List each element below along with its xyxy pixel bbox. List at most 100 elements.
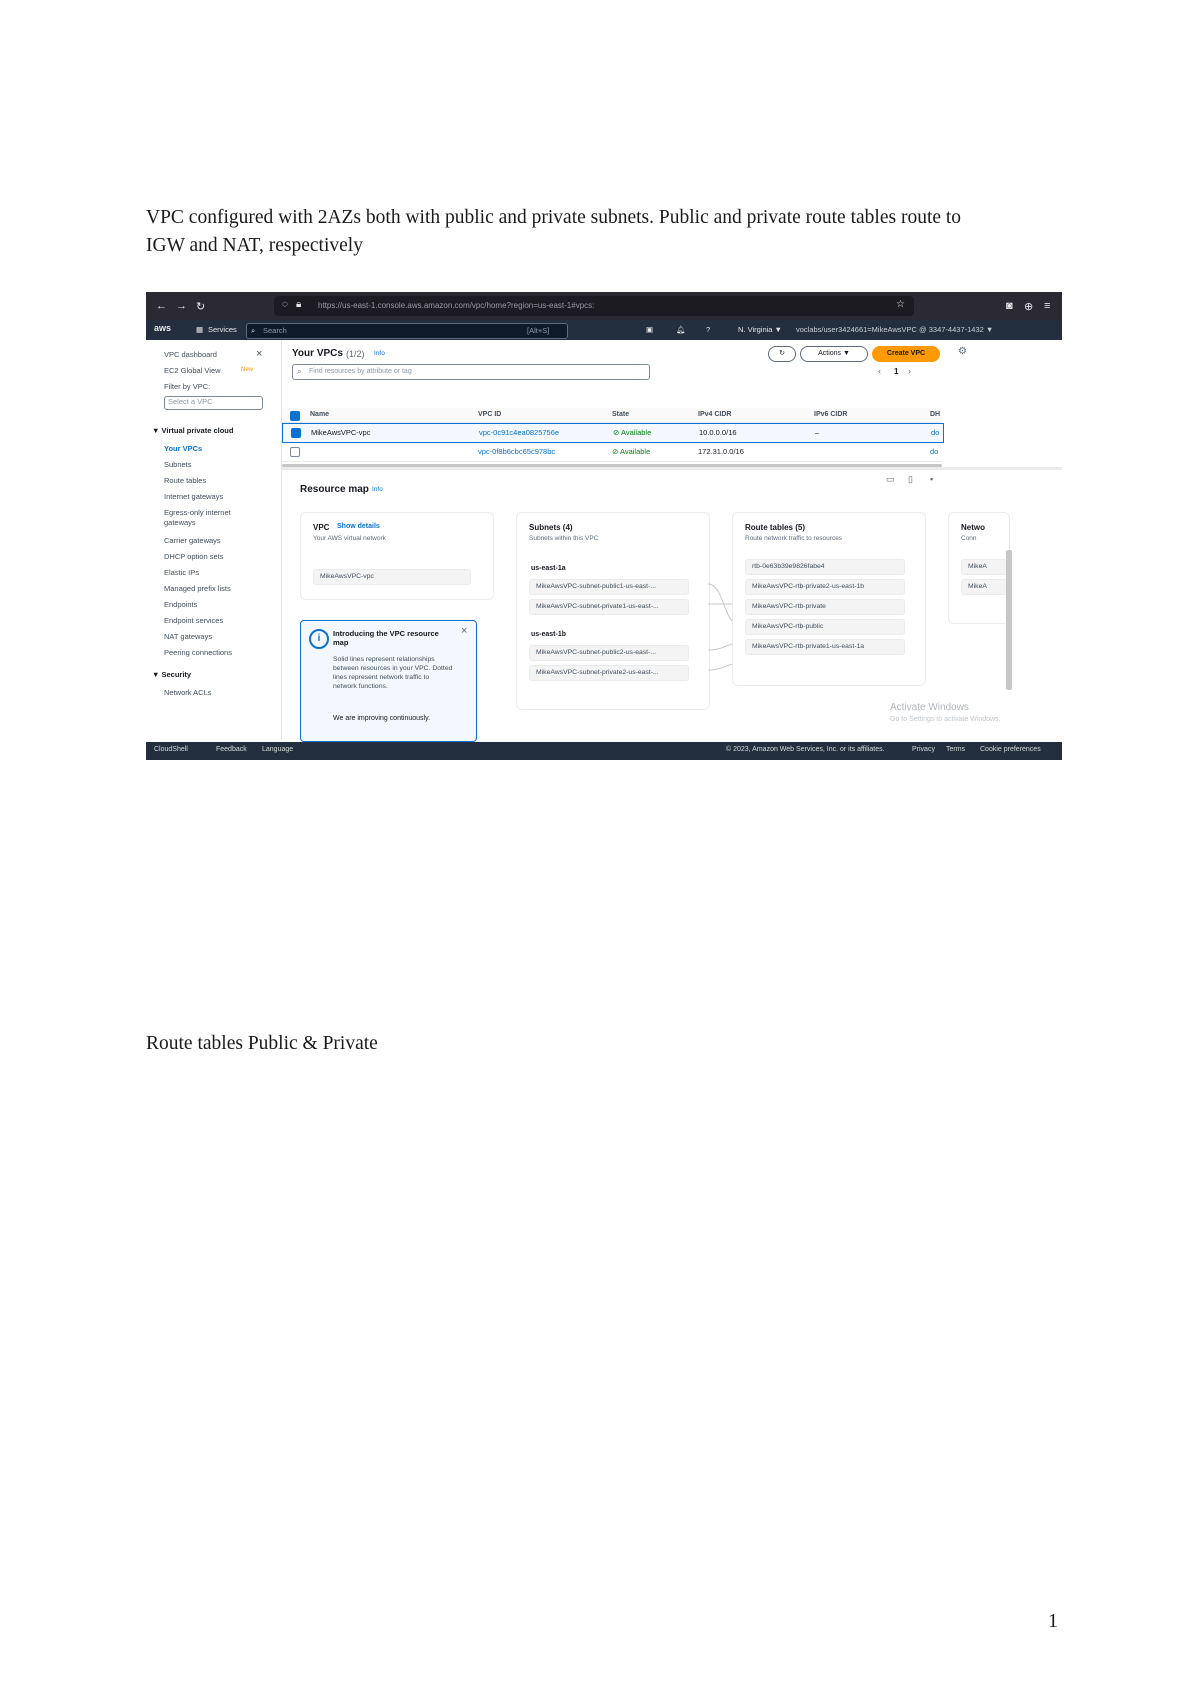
col-vpc-id[interactable]: VPC ID <box>478 411 501 418</box>
bell-icon[interactable]: 🔔︎ <box>676 325 686 334</box>
sidebar-item-prefix-lists[interactable]: Managed prefix lists <box>164 584 231 593</box>
filter-by-vpc-label: Filter by VPC: <box>164 382 211 391</box>
sidebar-item-subnets[interactable]: Subnets <box>164 460 192 469</box>
sidebar-item-carrier-gateways[interactable]: Carrier gateways <box>164 536 221 545</box>
menu-icon[interactable]: ≡ <box>1044 300 1050 312</box>
vpc-filter-input[interactable]: ⌕ Find resources by attribute or tag <box>292 364 650 380</box>
lock-icon: 🔒︎ <box>296 299 302 310</box>
subnet-item[interactable]: MikeAwsVPC-subnet-private1-us-east-... <box>529 599 689 615</box>
row-checkbox[interactable] <box>290 447 300 457</box>
aws-logo[interactable]: aws <box>154 323 171 333</box>
language-link[interactable]: Language <box>262 746 293 753</box>
route-table-item[interactable]: MikeAwsVPC-rtb-private <box>745 599 905 615</box>
col-name[interactable]: Name <box>310 411 329 418</box>
account-icon[interactable]: ⊕ <box>1024 300 1033 313</box>
vpc-item[interactable]: MikeAwsVPC-vpc <box>313 569 471 585</box>
actions-button[interactable]: Actions ▼ <box>800 346 868 362</box>
sidebar-item-endpoint-services[interactable]: Endpoint services <box>164 616 223 625</box>
row-checkbox[interactable] <box>291 428 301 438</box>
reload-icon[interactable]: ↻ <box>196 300 205 313</box>
panel-side-icon[interactable]: ▯ <box>908 474 913 485</box>
select-all-checkbox[interactable] <box>290 411 300 421</box>
sidebar-item-vpc-dashboard[interactable]: VPC dashboard <box>164 350 217 359</box>
route-table-item[interactable]: MikeAwsVPC-rtb-private2-us-east-1b <box>745 579 905 595</box>
terms-link[interactable]: Terms <box>946 746 965 753</box>
show-details-link[interactable]: Show details <box>337 523 380 530</box>
vpc-dh[interactable]: do <box>930 447 938 456</box>
vertical-scrollbar[interactable] <box>1006 550 1012 690</box>
network-item[interactable]: MikeA <box>961 579 1009 595</box>
resource-map-info[interactable]: Info <box>372 486 383 493</box>
forward-icon[interactable]: → <box>176 300 187 312</box>
subnets-card-sub: Subnets within this VPC <box>529 535 599 542</box>
cookie-preferences-link[interactable]: Cookie preferences <box>980 746 1041 753</box>
prev-page-icon[interactable]: ‹ <box>878 366 881 376</box>
vpc-filter-select[interactable]: Select a VPC <box>164 396 263 410</box>
network-item[interactable]: MikeA <box>961 559 1009 575</box>
create-vpc-button[interactable]: Create VPC <box>872 346 940 362</box>
address-bar[interactable]: ◌ 🔒︎ https://us-east-1.console.aws.amazo… <box>274 296 914 316</box>
privacy-link[interactable]: Privacy <box>912 746 935 753</box>
sidebar-item-dhcp[interactable]: DHCP option sets <box>164 552 223 561</box>
grid-icon[interactable]: ▦ <box>196 325 203 334</box>
route-tables-card-title: Route tables (5) <box>745 523 806 532</box>
vpcs-main-panel: Your VPCs (1/2) Info ↻ Actions ▼ Create … <box>282 340 1062 742</box>
bookmark-star-icon[interactable]: ☆ <box>896 299 905 310</box>
panel-hide-icon[interactable]: ▪ <box>930 474 933 484</box>
help-icon[interactable]: ? <box>706 325 710 334</box>
route-tables-card: Route tables (5) Route network traffic t… <box>732 512 926 686</box>
settings-gear-icon[interactable]: ⚙ <box>958 346 967 357</box>
panel-bottom-icon[interactable]: ▭ <box>886 474 895 485</box>
feedback-link[interactable]: Feedback <box>216 746 247 753</box>
col-dh[interactable]: DH <box>930 411 940 418</box>
subnet-item[interactable]: MikeAwsVPC-subnet-public2-us-east-... <box>529 645 689 661</box>
vpc-card-sub: Your AWS virtual network <box>313 535 386 542</box>
pocket-icon[interactable]: ◙ <box>1006 300 1013 312</box>
aws-console-screenshot: ← → ↻ ◌ 🔒︎ https://us-east-1.console.aws… <box>146 292 1062 760</box>
vpcs-info-link[interactable]: Info <box>374 350 385 357</box>
close-icon[interactable]: × <box>461 625 467 637</box>
vpc-id-link[interactable]: vpc-0c91c4ea0825756e <box>479 428 559 437</box>
sidebar-section-security[interactable]: ▼ Security <box>152 670 191 679</box>
sidebar-item-route-tables[interactable]: Route tables <box>164 476 206 485</box>
table-row[interactable]: vpc-0f8b6cbc65c978bc ⊘ Available 172.31.… <box>282 443 942 462</box>
services-menu[interactable]: Services <box>208 325 237 334</box>
vpc-dh[interactable]: do <box>931 428 939 437</box>
table-row[interactable]: MikeAwsVPC-vpc vpc-0c91c4ea0825756e ⊘ Av… <box>282 423 944 443</box>
back-icon[interactable]: ← <box>156 300 167 312</box>
subnet-item[interactable]: MikeAwsVPC-subnet-public1-us-east-... <box>529 579 689 595</box>
sidebar-item-internet-gateways[interactable]: Internet gateways <box>164 492 223 501</box>
close-icon[interactable]: × <box>256 348 262 360</box>
vpc-card-title: VPC <box>313 523 330 532</box>
subnet-item[interactable]: MikeAwsVPC-subnet-private2-us-east-... <box>529 665 689 681</box>
sidebar-item-egress-only[interactable]: Egress-only internet <box>164 508 231 517</box>
next-page-icon[interactable]: › <box>908 366 911 376</box>
account-menu[interactable]: voclabs/user3424661=MikeAwsVPC @ 3347-44… <box>796 325 993 334</box>
col-ipv4[interactable]: IPv4 CIDR <box>698 411 731 418</box>
aws-search-input[interactable]: ⌕ Search [Alt+S] <box>246 323 568 339</box>
split-panel-divider[interactable] <box>282 467 1062 470</box>
route-table-item[interactable]: rtb-0e63b39e9826fabe4 <box>745 559 905 575</box>
subnet-route-connectors <box>707 583 739 671</box>
col-ipv6[interactable]: IPv6 CIDR <box>814 411 847 418</box>
sidebar-item-ec2-global-view[interactable]: EC2 Global View <box>164 366 221 375</box>
cloudshell-link[interactable]: CloudShell <box>154 746 188 753</box>
col-state[interactable]: State <box>612 411 629 418</box>
vpc-id-link[interactable]: vpc-0f8b6cbc65c978bc <box>478 447 555 456</box>
sidebar-item-your-vpcs[interactable]: Your VPCs <box>164 444 202 453</box>
sidebar-item-endpoints[interactable]: Endpoints <box>164 600 197 609</box>
sidebar-section-virtual-private-cloud[interactable]: ▼ Virtual private cloud <box>152 426 233 435</box>
sidebar-item-network-acls[interactable]: Network ACLs <box>164 688 212 697</box>
sidebar-item-elastic-ips[interactable]: Elastic IPs <box>164 568 199 577</box>
route-table-item[interactable]: MikeAwsVPC-rtb-public <box>745 619 905 635</box>
sidebar-item-nat-gateways[interactable]: NAT gateways <box>164 632 212 641</box>
page-number[interactable]: 1 <box>894 367 898 376</box>
cloudshell-icon[interactable]: ▣ <box>646 325 653 334</box>
sidebar-item-egress-only-cont[interactable]: gateways <box>164 518 196 527</box>
new-badge: New <box>241 367 254 373</box>
region-selector[interactable]: N. Virginia ▼ <box>738 325 782 334</box>
activate-windows-watermark: Activate Windows <box>890 702 969 713</box>
sidebar-item-peering[interactable]: Peering connections <box>164 648 232 657</box>
route-table-item[interactable]: MikeAwsVPC-rtb-private1-us-east-1a <box>745 639 905 655</box>
refresh-button[interactable]: ↻ <box>768 346 796 362</box>
